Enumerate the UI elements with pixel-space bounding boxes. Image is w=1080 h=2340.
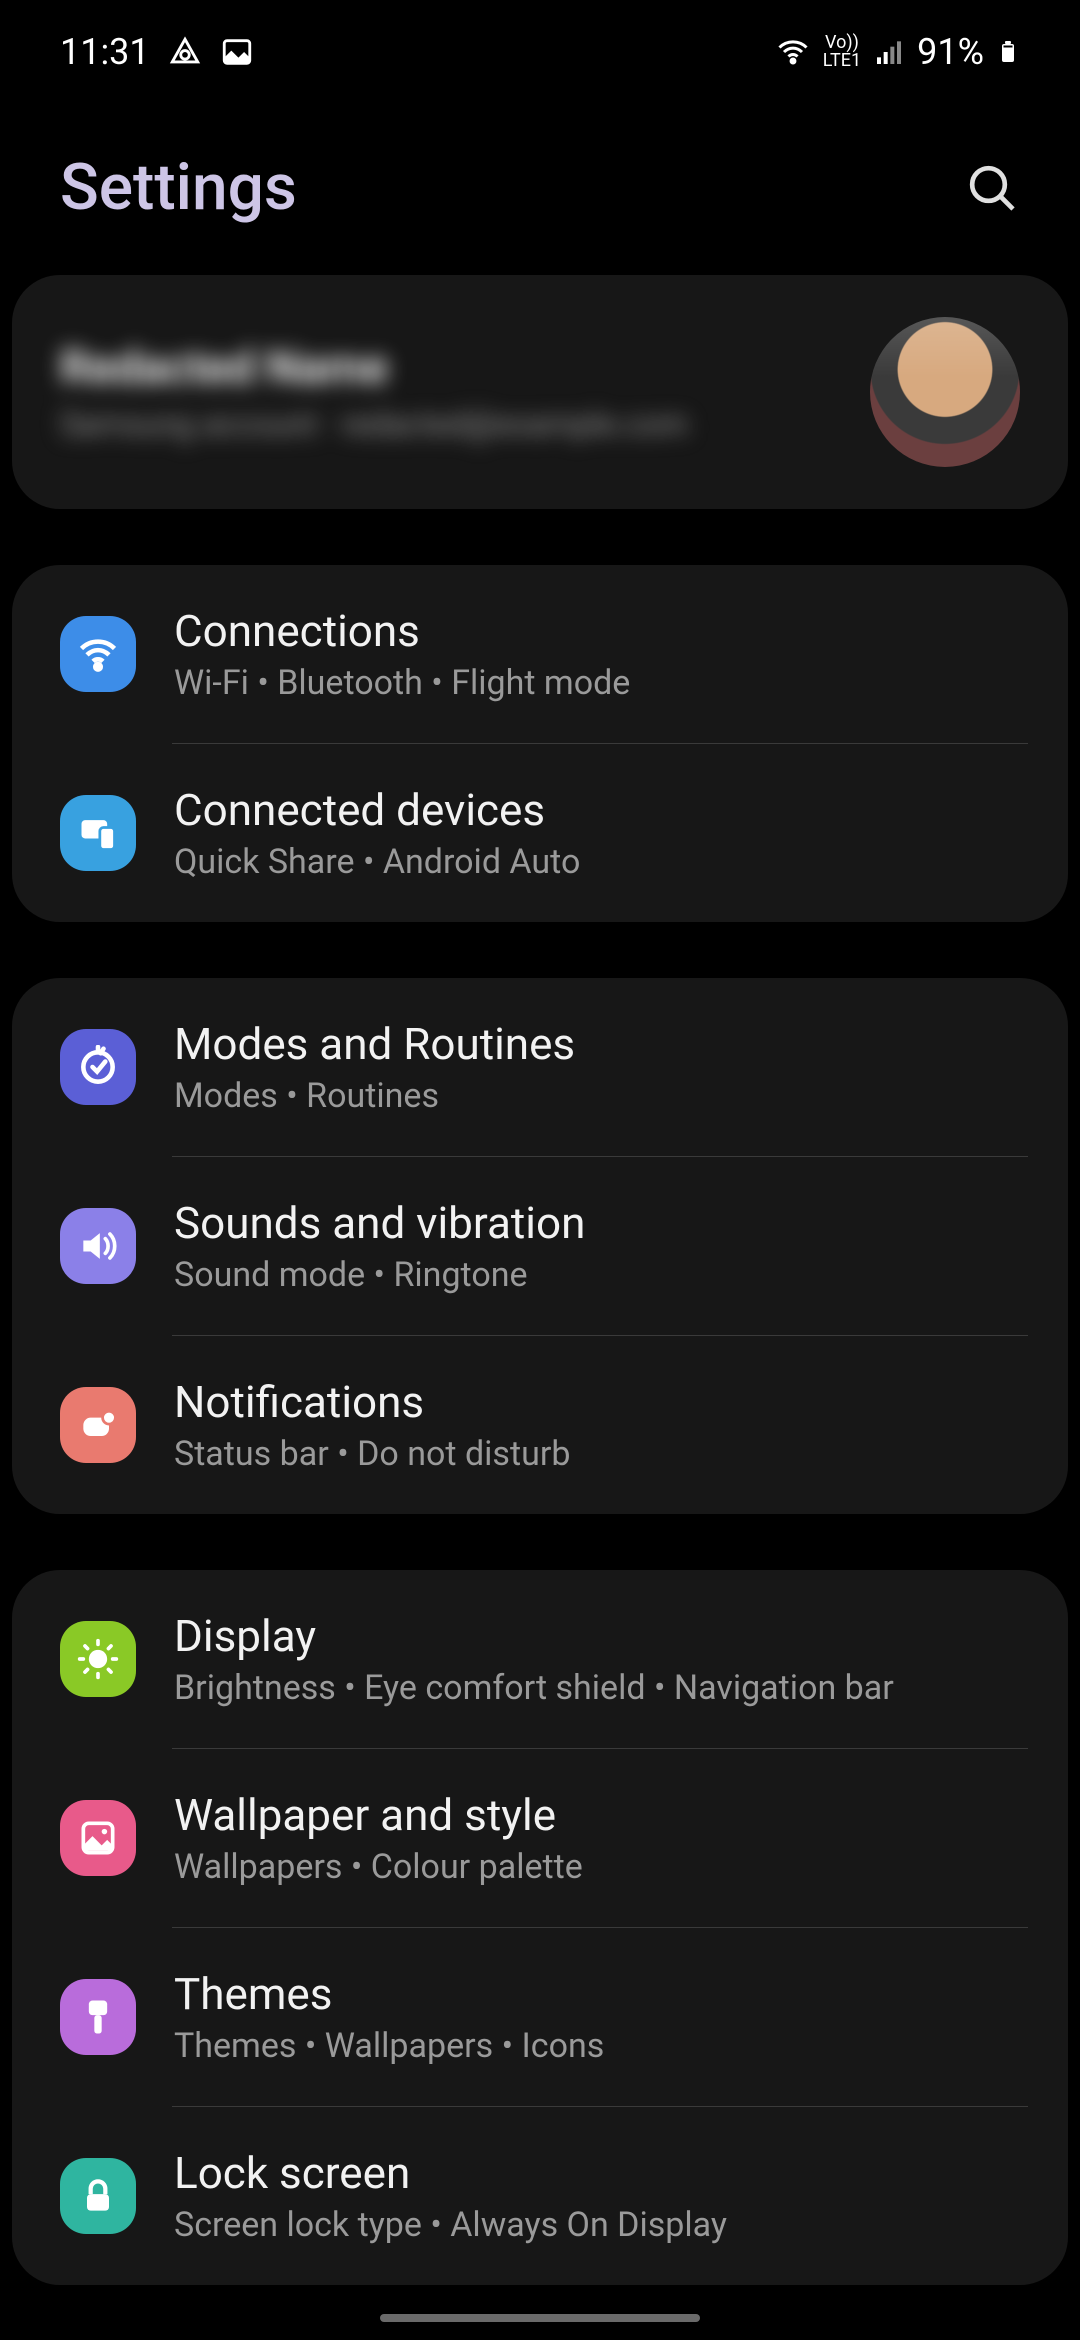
image-icon [220, 35, 254, 69]
profile-card[interactable]: Redacted Name Samsung account · redacted… [12, 275, 1068, 509]
drive-triangle-icon [168, 35, 202, 69]
status-left: 11:31 [60, 31, 254, 73]
settings-row-display[interactable]: Display Brightness • Eye comfort shield … [12, 1570, 1068, 1748]
signal-icon [873, 36, 905, 68]
row-title: Sounds and vibration [174, 1197, 1020, 1249]
avatar [870, 317, 1020, 467]
row-subtitle: Status bar • Do not disturb [174, 1434, 1020, 1474]
header: Settings [0, 90, 1080, 275]
gesture-handle[interactable] [380, 2314, 700, 2322]
page-title: Settings [60, 150, 297, 225]
row-title: Connected devices [174, 784, 1020, 836]
row-subtitle: Wi-Fi • Bluetooth • Flight mode [174, 663, 1020, 703]
wifi-status-icon [775, 34, 811, 70]
row-title: Themes [174, 1968, 1020, 2020]
row-subtitle: Screen lock type • Always On Display [174, 2205, 1020, 2245]
row-title: Display [174, 1610, 1020, 1662]
settings-group: Display Brightness • Eye comfort shield … [12, 1570, 1068, 2285]
status-time: 11:31 [60, 31, 150, 73]
notifications-icon [60, 1387, 136, 1463]
row-subtitle: Wallpapers • Colour palette [174, 1847, 1020, 1887]
row-title: Connections [174, 605, 1020, 657]
search-button[interactable] [964, 160, 1020, 216]
settings-row-connections[interactable]: Connections Wi-Fi • Bluetooth • Flight m… [12, 565, 1068, 743]
settings-row-wallpaper[interactable]: Wallpaper and style Wallpapers • Colour … [12, 1749, 1068, 1927]
row-subtitle: Modes • Routines [174, 1076, 1020, 1116]
settings-row-lock-screen[interactable]: Lock screen Screen lock type • Always On… [12, 2107, 1068, 2285]
battery-icon [996, 34, 1020, 70]
row-title: Lock screen [174, 2147, 1020, 2199]
settings-row-notifications[interactable]: Notifications Status bar • Do not distur… [12, 1336, 1068, 1514]
wifi-icon [60, 616, 136, 692]
row-subtitle: Themes • Wallpapers • Icons [174, 2026, 1020, 2066]
settings-group: Modes and Routines Modes • Routines Soun… [12, 978, 1068, 1514]
settings-row-connected-devices[interactable]: Connected devices Quick Share • Android … [12, 744, 1068, 922]
profile-subtitle: Samsung account · redacted@example.com [60, 405, 870, 443]
row-title: Wallpaper and style [174, 1789, 1020, 1841]
settings-row-sounds[interactable]: Sounds and vibration Sound mode • Ringto… [12, 1157, 1068, 1335]
row-subtitle: Brightness • Eye comfort shield • Naviga… [174, 1668, 1020, 1708]
status-bar: 11:31 Vo)) LTE1 91% [0, 0, 1080, 90]
sound-icon [60, 1208, 136, 1284]
battery-percentage: 91% [917, 31, 984, 73]
settings-row-themes[interactable]: Themes Themes • Wallpapers • Icons [12, 1928, 1068, 2106]
settings-row-modes-routines[interactable]: Modes and Routines Modes • Routines [12, 978, 1068, 1156]
status-right: Vo)) LTE1 91% [775, 31, 1020, 73]
display-icon [60, 1621, 136, 1697]
routines-icon [60, 1029, 136, 1105]
settings-group: Connections Wi-Fi • Bluetooth • Flight m… [12, 565, 1068, 922]
volte-label: Vo)) LTE1 [823, 34, 861, 70]
lock-icon [60, 2158, 136, 2234]
themes-icon [60, 1979, 136, 2055]
row-title: Modes and Routines [174, 1018, 1020, 1070]
settings-content: Redacted Name Samsung account · redacted… [0, 275, 1080, 2285]
profile-text: Redacted Name Samsung account · redacted… [60, 341, 870, 443]
row-subtitle: Sound mode • Ringtone [174, 1255, 1020, 1295]
profile-name: Redacted Name [60, 341, 870, 395]
row-title: Notifications [174, 1376, 1020, 1428]
wallpaper-icon [60, 1800, 136, 1876]
row-subtitle: Quick Share • Android Auto [174, 842, 1020, 882]
devices-icon [60, 795, 136, 871]
